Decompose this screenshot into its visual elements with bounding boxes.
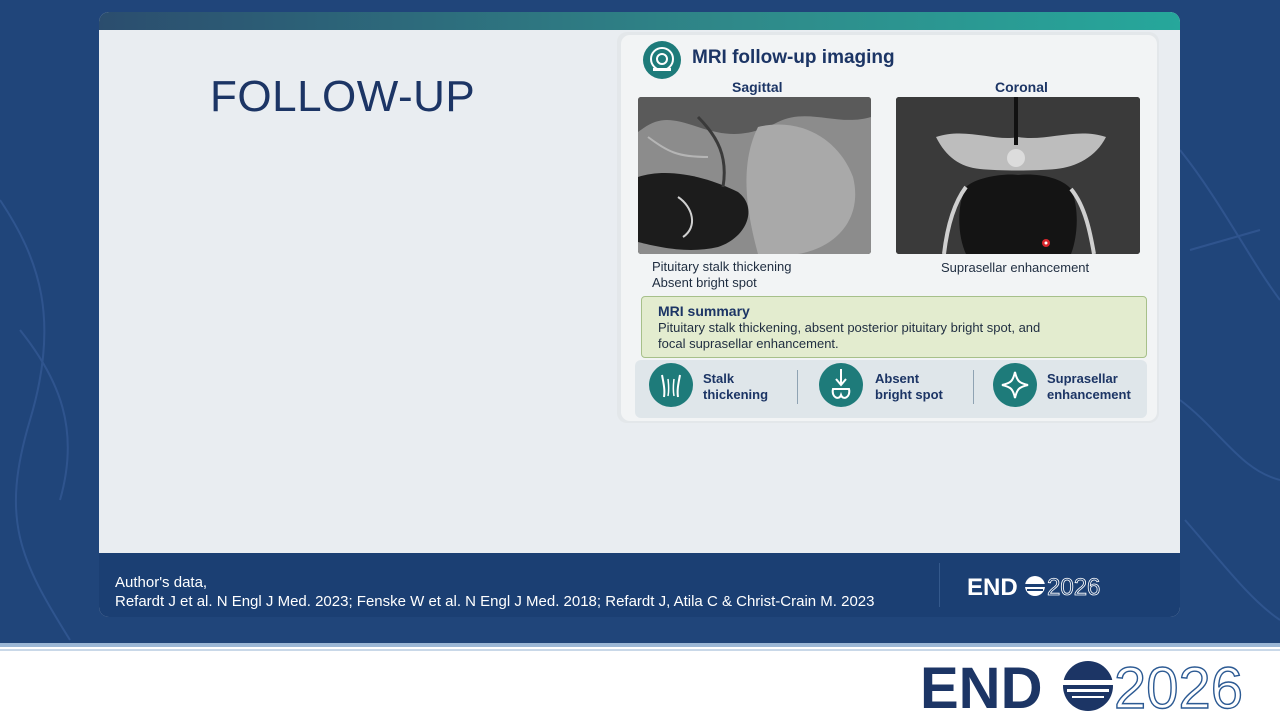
pituitary-icon bbox=[819, 363, 863, 407]
feature-label-stalk-line-1: Stalk bbox=[703, 371, 735, 386]
footer-logo-prefix: END bbox=[967, 574, 1018, 601]
sagittal-caption: Pituitary stalk thickening Absent bright… bbox=[652, 259, 791, 291]
feature-divider bbox=[797, 370, 798, 404]
feature-label-enhancement-line-2: enhancement bbox=[1047, 387, 1131, 402]
feature-strip: Stalk thickening Absent bright spot Supr… bbox=[635, 360, 1147, 418]
sagittal-mri-image[interactable] bbox=[638, 97, 871, 254]
endo-2026-logo: END 2026 bbox=[967, 574, 1101, 601]
sparkle-icon bbox=[993, 363, 1037, 407]
feature-label-bright-spot-line-2: bright spot bbox=[875, 387, 943, 402]
sagittal-caption-line-2: Absent bright spot bbox=[652, 275, 757, 290]
mri-panel-card: MRI follow-up imaging Sagittal Coronal P… bbox=[621, 35, 1157, 421]
feature-label-enhancement-line-1: Suprasellar bbox=[1047, 371, 1118, 386]
reference-line-2: Refardt J et al. N Engl J Med. 2023; Fen… bbox=[115, 593, 875, 610]
sagittal-caption-line-1: Pituitary stalk thickening bbox=[652, 259, 792, 274]
footer-logo-year: 2026 bbox=[1047, 574, 1100, 601]
mri-panel: MRI follow-up imaging Sagittal Coronal P… bbox=[617, 32, 1159, 423]
footer-divider bbox=[939, 563, 940, 607]
reference-line-1: Author's data, bbox=[115, 574, 208, 591]
mri-summary-box: MRI summary Pituitary stalk thickening, … bbox=[641, 296, 1147, 358]
sagittal-label: Sagittal bbox=[732, 79, 783, 95]
large-logo-prefix: END bbox=[920, 656, 1042, 716]
slide-footer: Author's data, Refardt J et al. N Engl J… bbox=[99, 553, 1180, 617]
panel-title: MRI follow-up imaging bbox=[692, 47, 895, 68]
feature-divider bbox=[973, 370, 974, 404]
feature-label-stalk: Stalk thickening bbox=[703, 371, 768, 403]
slide-header-bar bbox=[99, 12, 1180, 30]
bottom-brand-band: END 2026 bbox=[0, 643, 1280, 720]
coronal-label: Coronal bbox=[995, 79, 1048, 95]
feature-label-bright-spot-line-1: Absent bbox=[875, 371, 920, 386]
mri-scanner-icon bbox=[643, 41, 681, 79]
feature-label-bright-spot: Absent bright spot bbox=[875, 371, 943, 403]
bottom-stripe bbox=[0, 643, 1280, 647]
summary-text: Pituitary stalk thickening, absent poste… bbox=[658, 320, 1041, 351]
stalk-icon bbox=[649, 363, 693, 407]
feature-label-enhancement: Suprasellar enhancement bbox=[1047, 371, 1131, 403]
bottom-stripe-thin bbox=[0, 649, 1280, 651]
slide-title: FOLLOW-UP bbox=[210, 72, 476, 121]
summary-title: MRI summary bbox=[658, 303, 750, 319]
feature-label-stalk-line-2: thickening bbox=[703, 387, 769, 402]
large-logo-year: 2026 bbox=[1114, 656, 1243, 716]
endo-2026-large-logo: END 2026 bbox=[920, 656, 1244, 716]
coronal-mri-image[interactable] bbox=[896, 97, 1140, 254]
coronal-caption: Suprasellar enhancement bbox=[941, 260, 1090, 275]
